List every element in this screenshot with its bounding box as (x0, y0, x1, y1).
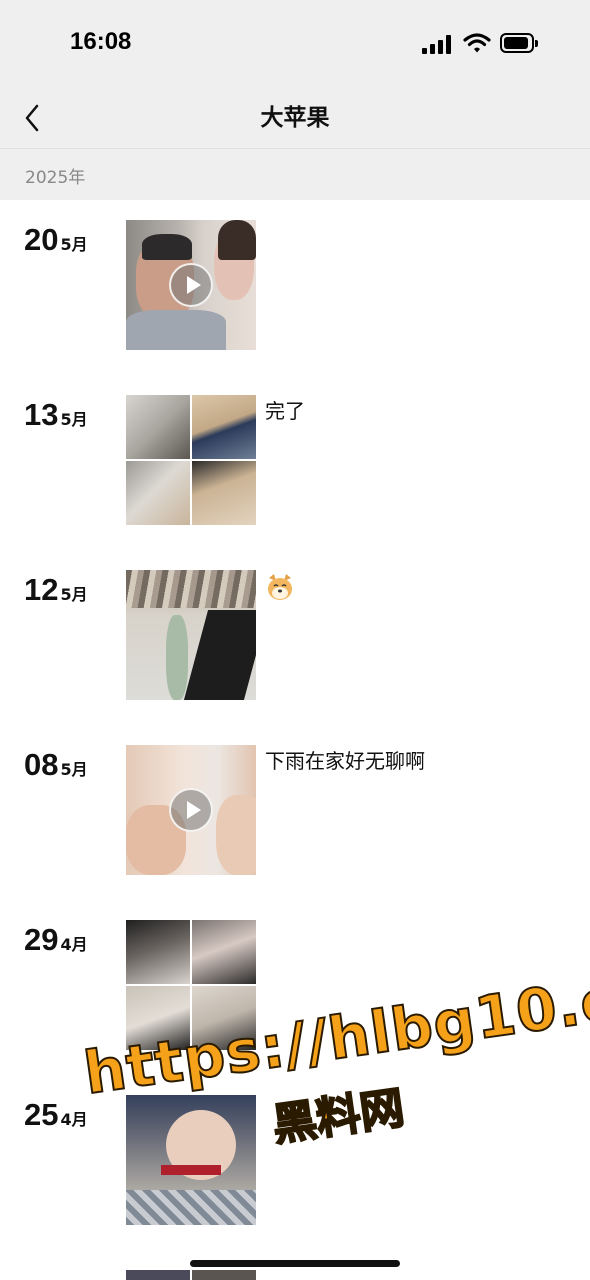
post-date: 08 5月 (24, 747, 88, 783)
play-icon (169, 788, 213, 832)
year-label: 2025年 (25, 168, 86, 188)
photo-thumbnail[interactable] (192, 920, 256, 984)
photo-thumbnail[interactable] (126, 1095, 256, 1225)
page-title: 大苹果 (260, 105, 330, 131)
photo-thumbnail[interactable] (126, 461, 190, 525)
date-month: 5月 (60, 235, 88, 254)
post-date: 13 5月 (24, 397, 88, 433)
date-month: 4月 (60, 1110, 88, 1129)
photo-thumbnail[interactable] (126, 920, 190, 984)
navigation-bar: 大苹果 (0, 88, 590, 148)
wifi-icon (463, 33, 491, 53)
play-icon (169, 263, 213, 307)
date-day: 29 (24, 922, 59, 957)
dog-emoji-icon (268, 574, 292, 600)
photo-grid[interactable] (126, 395, 256, 525)
list-item[interactable]: 08 5月 下雨在家好无聊啊 (0, 745, 590, 885)
date-day: 12 (24, 572, 59, 607)
year-section-header: 2025年 (0, 149, 590, 200)
date-day: 13 (24, 397, 59, 432)
photo-thumbnail[interactable] (192, 395, 256, 459)
status-bar: 16:08 (0, 0, 590, 88)
date-day: 20 (24, 222, 59, 257)
video-thumbnail[interactable] (126, 745, 256, 875)
post-caption: 完了 (265, 399, 305, 423)
status-time: 16:08 (70, 28, 132, 55)
list-item[interactable]: 13 5月 完了 (0, 395, 590, 535)
home-indicator[interactable] (190, 1260, 400, 1267)
list-item[interactable]: 20 5月 (0, 220, 590, 360)
video-thumbnail[interactable] (126, 220, 256, 350)
post-caption: 下雨在家好无聊啊 (265, 749, 425, 773)
post-date: 29 4月 (24, 922, 88, 958)
post-date: 25 4月 (24, 1097, 88, 1133)
photo-thumbnail[interactable] (192, 461, 256, 525)
date-month: 5月 (60, 410, 88, 429)
photo-thumbnail[interactable] (126, 570, 256, 700)
cellular-signal-icon (422, 34, 454, 54)
date-day: 08 (24, 747, 59, 782)
date-month: 5月 (60, 585, 88, 604)
photo-thumbnail[interactable] (126, 395, 190, 459)
post-date: 12 5月 (24, 572, 88, 608)
date-day: 25 (24, 1097, 59, 1132)
date-month: 4月 (60, 935, 88, 954)
list-item[interactable]: 12 5月 (0, 570, 590, 710)
battery-icon (500, 33, 538, 53)
post-date: 20 5月 (24, 222, 88, 258)
date-month: 5月 (60, 760, 88, 779)
next-entry-thumbnail[interactable] (126, 1270, 256, 1280)
